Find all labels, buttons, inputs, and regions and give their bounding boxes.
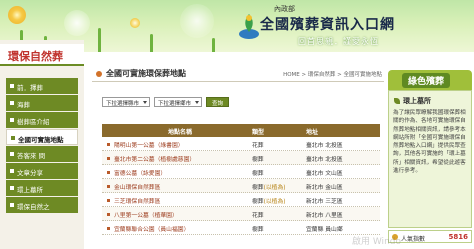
main-content: 全國可實施環保葬地點 HOME > 環保自然葬 > 全國可實施地點 下拉選擇縣市… xyxy=(92,52,384,249)
location-name-link[interactable]: 八里第一公墓（植華園） xyxy=(102,207,252,220)
location-type: 樹葬 xyxy=(252,227,264,233)
bullet-icon xyxy=(10,169,14,173)
panel-tab-title: 綠色殯葬 xyxy=(402,73,451,88)
panel-heading[interactable]: 環上墓所 xyxy=(403,96,431,106)
table-row[interactable]: 八里第一公墓（植華園） 花葬 新北市 八里區 xyxy=(102,207,380,221)
leaf-icon xyxy=(394,98,400,104)
sidebar-item-label: 全國可實施地點 xyxy=(18,136,64,144)
location-address: 宜蘭縣 員山鄉 xyxy=(306,227,343,233)
location-type: 花葬 xyxy=(252,143,264,149)
sidebar-item-sea-burial[interactable]: 海葬 xyxy=(6,95,78,111)
sidebar-item-natural[interactable]: 環保自然之 xyxy=(6,197,78,213)
location-address: 臺北市 北投區 xyxy=(306,143,343,149)
bullet-icon xyxy=(11,136,15,140)
location-name-link[interactable]: 金山環保自然葬區 xyxy=(102,179,252,192)
sidebar-item-tree-burial-intro[interactable]: 樹葬區介紹 xyxy=(6,112,78,128)
green-funeral-panel: 綠色殯葬 環上墓所 為了讓民眾瞭解我國環保葬相關的作為、各地可實施環保自然葬地點… xyxy=(388,70,472,249)
flower-decoration xyxy=(8,6,26,24)
sidebar-nav: 前．擇葬 海葬 樹葬區介紹 全國可實施地點 答客來 問 文章分享 環上墓所 環保… xyxy=(6,78,78,214)
page-title: 全國可實施環保葬地點 xyxy=(106,69,186,78)
bullet-icon xyxy=(10,203,14,207)
panel-tab: 綠色殯葬 xyxy=(388,70,472,90)
site-brand[interactable]: 內政部 全國殯葬資訊入口網 回首思親．謹愛永恆 xyxy=(238,4,468,50)
bullet-icon xyxy=(10,84,14,88)
sidebar-item-online-memorial[interactable]: 環上墓所 xyxy=(6,180,78,196)
chevron-down-icon xyxy=(143,101,148,104)
visitor-counter-value: 5816 xyxy=(448,233,468,241)
table-row[interactable]: 三芝環保自然葬區 樹葬(以植為) 新北市 三芝區 xyxy=(102,193,380,207)
column-header-address: 地址 xyxy=(306,129,319,136)
bullet-icon xyxy=(10,101,14,105)
district-select[interactable]: 下拉選擇鄉市 xyxy=(154,97,203,107)
location-address: 新北市 三芝區 xyxy=(306,199,343,205)
sidebar-item-faq[interactable]: 答客來 問 xyxy=(6,146,78,162)
search-button[interactable]: 查詢 xyxy=(206,97,230,107)
org-name: 內政部 xyxy=(274,5,295,13)
location-type-label: 樹葬 xyxy=(252,199,264,205)
location-name-link[interactable]: 臺北市第二公墓（植樹處慈園） xyxy=(102,151,252,164)
sidebar-item-label: 環上墓所 xyxy=(17,186,43,194)
site-logo-icon xyxy=(239,14,259,39)
flower-decoration xyxy=(130,18,140,28)
table-row[interactable]: 陽明山第一公墓（綠書園） 花葬 臺北市 北投區 xyxy=(102,137,380,151)
location-type: 樹葬(以植為) xyxy=(252,193,306,206)
site-title: 全國殯葬資訊入口網 xyxy=(260,17,395,33)
city-select-value: 下拉選擇縣市 xyxy=(106,101,140,107)
location-type: 樹葬(以植為) xyxy=(252,179,306,192)
site-slogan: 回首思親．謹愛永恆 xyxy=(298,37,379,46)
visitor-counter-label: 人氣指數 xyxy=(401,236,426,243)
flower-decoration xyxy=(180,4,214,38)
location-name-link[interactable]: 三芝環保自然葬區 xyxy=(102,193,252,206)
locations-table: 地點名稱 類型 地址 陽明山第一公墓（綠書園） 花葬 臺北市 北投區 臺北市第二… xyxy=(102,124,380,235)
location-name-link[interactable]: 陽明山第一公墓（綠書園） xyxy=(102,137,252,150)
sidebar-item-locations[interactable]: 全國可實施地點 xyxy=(6,129,78,145)
location-type-label: 樹葬 xyxy=(252,185,264,191)
panel-body: 環上墓所 為了讓民眾瞭解我國環保葬相關的作為、各地可實施環保自然葬地點相關資訊，… xyxy=(388,90,472,228)
location-address: 臺北市 文山區 xyxy=(306,171,343,177)
location-name-link[interactable]: 富德公墓（詠愛園） xyxy=(102,165,252,178)
sidebar-item-label: 海葬 xyxy=(17,101,30,109)
windows-activation-watermark: 啟用 Windo xyxy=(352,237,401,247)
table-row[interactable]: 宜蘭縣聯合公園（員山福園） 樹葬 宜蘭縣 員山鄉 xyxy=(102,221,380,235)
city-select[interactable]: 下拉選擇縣市 xyxy=(102,97,151,107)
table-row[interactable]: 富德公墓（詠愛園） 樹葬 臺北市 文山區 xyxy=(102,165,380,179)
table-body: 陽明山第一公墓（綠書園） 花葬 臺北市 北投區 臺北市第二公墓（植樹處慈園） 樹… xyxy=(102,137,380,235)
location-type-tag: (以植為) xyxy=(263,199,286,205)
sidebar-item-label: 答客來 問 xyxy=(17,152,46,160)
sidebar-item-label: 文章分享 xyxy=(17,169,43,177)
location-type-tag: (以植為) xyxy=(263,185,286,191)
location-address: 新北市 八里區 xyxy=(306,213,343,219)
filter-bar: 下拉選擇縣市 下拉選擇鄉市 查詢 xyxy=(102,97,230,109)
bullet-icon xyxy=(10,186,14,190)
sidebar-item-label: 樹葬區介紹 xyxy=(17,118,50,126)
sidebar-item-articles[interactable]: 文章分享 xyxy=(6,163,78,179)
page-header: 全國可實施環保葬地點 HOME > 環保自然葬 > 全國可實施地點 xyxy=(92,66,384,82)
heading-dot-icon xyxy=(96,71,102,77)
sidebar: 環保自然葬 前．擇葬 海葬 樹葬區介紹 全國可實施地點 答客來 問 文章分享 環… xyxy=(0,40,84,249)
sidebar-title: 環保自然葬 xyxy=(0,44,84,66)
location-name-link[interactable]: 宜蘭縣聯合公園（員山福園） xyxy=(102,221,252,234)
panel-description: 為了讓民眾瞭解我國環保葬相關的作為、各地可實施環保自然葬地點相關資訊，請參考本網… xyxy=(393,110,466,175)
flower-decoration xyxy=(64,10,90,36)
location-type: 樹葬 xyxy=(252,171,264,177)
sidebar-item-label: 環保自然之 xyxy=(17,203,50,211)
chevron-down-icon xyxy=(195,101,200,104)
location-address: 臺北市 北投區 xyxy=(306,157,343,163)
table-row[interactable]: 臺北市第二公墓（植樹處慈園） 樹葬 臺北市 北投區 xyxy=(102,151,380,165)
table-header: 地點名稱 類型 地址 xyxy=(102,124,380,137)
sidebar-item-label: 前．擇葬 xyxy=(17,84,43,92)
bullet-icon xyxy=(10,118,14,122)
column-header-name: 地點名稱 xyxy=(167,129,192,136)
sidebar-item-prearrangement[interactable]: 前．擇葬 xyxy=(6,78,78,94)
column-header-type: 類型 xyxy=(252,129,265,136)
breadcrumb[interactable]: HOME > 環保自然葬 > 全國可實施地點 xyxy=(283,70,382,78)
district-select-value: 下拉選擇鄉市 xyxy=(158,101,192,107)
location-address: 新北市 金山區 xyxy=(306,185,343,191)
bullet-icon xyxy=(10,152,14,156)
table-row[interactable]: 金山環保自然葬區 樹葬(以植為) 新北市 金山區 xyxy=(102,179,380,193)
location-type: 花葬 xyxy=(252,213,264,219)
location-type: 樹葬 xyxy=(252,157,264,163)
